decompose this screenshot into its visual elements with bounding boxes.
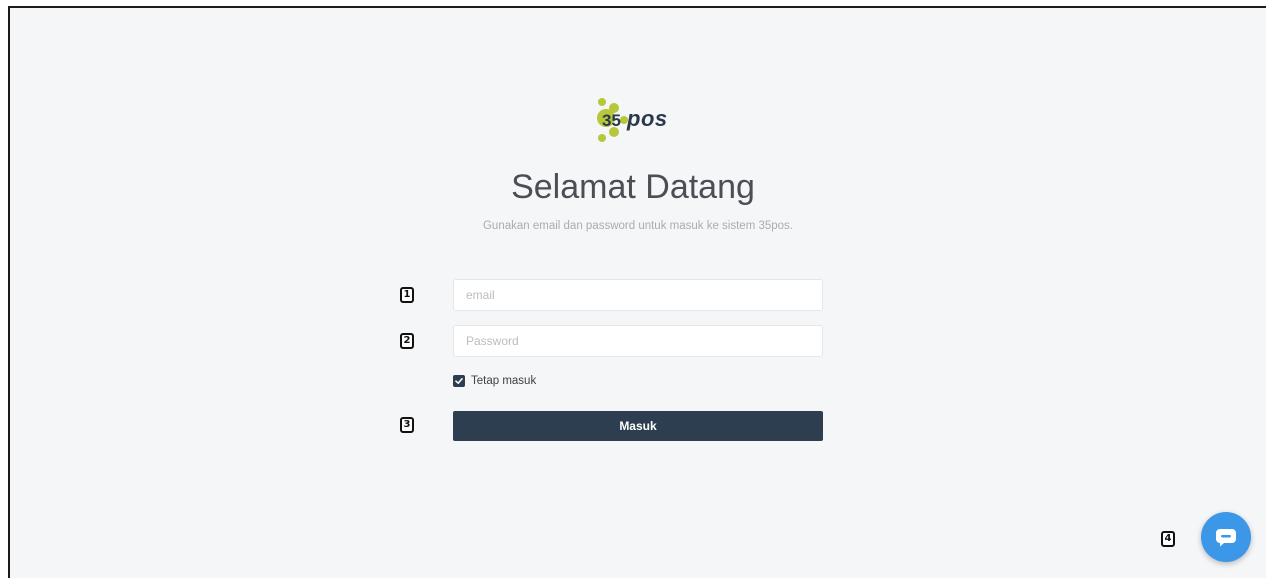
app-logo: 35 pos (594, 96, 694, 146)
email-field[interactable] (453, 279, 823, 311)
remember-me-toggle[interactable]: Tetap masuk (453, 375, 536, 387)
password-field[interactable] (453, 325, 823, 357)
chat-widget-button[interactable] (1201, 512, 1251, 562)
checkmark-icon (455, 378, 463, 384)
logo-number: 35 (602, 111, 621, 130)
remember-checkbox[interactable] (453, 375, 465, 387)
page-subtitle: Gunakan email dan password untuk masuk k… (482, 220, 794, 232)
annotation-marker-1: 1 (400, 287, 414, 303)
chat-icon (1216, 529, 1236, 547)
login-button[interactable]: Masuk (453, 411, 823, 441)
remember-label: Tetap masuk (471, 375, 537, 387)
annotation-marker-3: 3 (400, 417, 414, 433)
annotation-marker-4: 4 (1161, 531, 1175, 547)
annotation-marker-2: 2 (400, 333, 414, 349)
page-title: Selamat Datang (511, 168, 755, 206)
logo-text: pos (627, 106, 668, 131)
